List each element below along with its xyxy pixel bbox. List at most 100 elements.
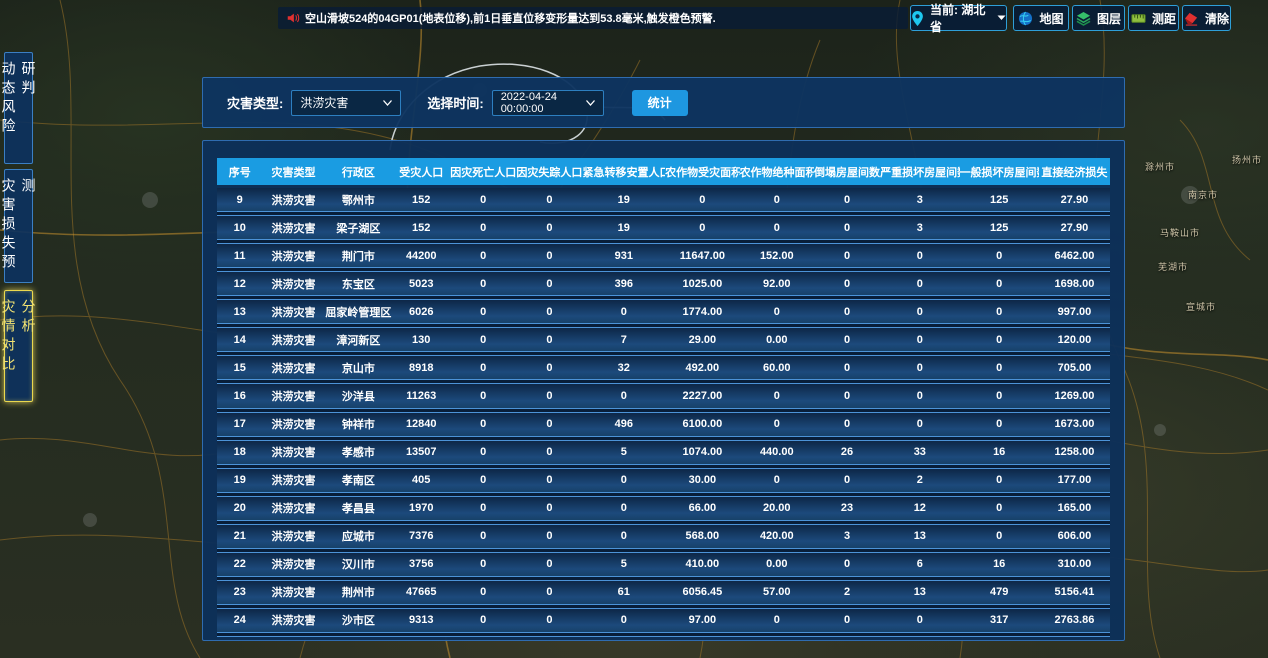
filter-panel: 灾害类型: 洪涝灾害 选择时间: 2022-04-24 00:00:00 统计 <box>202 77 1125 128</box>
measure-button-label: 测距 <box>1152 10 1176 27</box>
table-cell: 5156.41 <box>1039 586 1110 598</box>
table-cell: 0 <box>740 194 814 206</box>
sidebar-item-dynamic-risk[interactable]: 动态风险研判 <box>4 52 33 164</box>
table-row[interactable]: 23洪涝灾害荆州市4766500616056.4557.002134795156… <box>217 581 1110 604</box>
table-cell: 13 <box>880 586 959 598</box>
disaster-type-label: 灾害类型: <box>227 93 283 112</box>
table-cell: 3 <box>880 222 959 234</box>
table-cell: 165.00 <box>1039 502 1110 514</box>
table-cell: 0 <box>582 306 665 318</box>
table-cell: 47665 <box>392 586 450 598</box>
table-cell: 0 <box>960 334 1039 346</box>
table-cell: 1774.00 <box>665 306 739 318</box>
table-cell: 18 <box>217 446 262 458</box>
map-label: 马鞍山市 <box>1160 226 1200 239</box>
sidebar-item-disaster-comparison[interactable]: 灾情对比分析 <box>4 290 33 402</box>
table-cell: 9313 <box>392 614 450 626</box>
table-cell: 洪涝灾害 <box>262 192 324 208</box>
column-header: 行政区 <box>325 164 393 180</box>
table-cell: 931 <box>582 250 665 262</box>
chevron-down-icon <box>997 15 1006 21</box>
table-cell: 2763.86 <box>1039 614 1110 626</box>
table-cell: 27.90 <box>1039 222 1110 234</box>
table-cell: 0 <box>450 474 516 486</box>
table-row[interactable]: 11洪涝灾害荆门市442000093111647.00152.000006462… <box>217 244 1110 267</box>
table-cell: 11263 <box>392 390 450 402</box>
layers-button[interactable]: 图层 <box>1072 5 1125 31</box>
statistics-button[interactable]: 统计 <box>632 90 688 116</box>
region-select[interactable]: 当前: 湖北省 <box>910 5 1007 31</box>
measure-button[interactable]: 测距 <box>1128 5 1179 31</box>
table-cell: 0 <box>516 418 582 430</box>
table-cell: 0 <box>516 614 582 626</box>
table-cell: 0 <box>740 222 814 234</box>
table-cell: 漳河新区 <box>325 332 393 348</box>
table-row[interactable]: 19洪涝灾害孝南区40500030.000020177.00 <box>217 469 1110 492</box>
column-header: 一般损坏房屋间数 <box>960 164 1039 180</box>
table-cell: 6462.00 <box>1039 250 1110 262</box>
disaster-type-select[interactable]: 洪涝灾害 <box>291 90 401 116</box>
table-cell: 0 <box>880 278 959 290</box>
sidebar-item-loss-forecast[interactable]: 灾害损失预测 <box>4 169 33 283</box>
table-cell: 0 <box>582 474 665 486</box>
table-cell: 8918 <box>392 362 450 374</box>
table-cell: 0 <box>814 390 880 402</box>
table-cell: 0 <box>450 586 516 598</box>
table-cell: 1074.00 <box>665 446 739 458</box>
table-cell: 310.00 <box>1039 558 1110 570</box>
table-cell: 京山市 <box>325 360 393 376</box>
table-cell: 0 <box>582 390 665 402</box>
map-button[interactable]: 地图 <box>1013 5 1069 31</box>
table-cell: 荆门市 <box>325 248 393 264</box>
table-cell: 洪涝灾害 <box>262 416 324 432</box>
table-row[interactable]: 10洪涝灾害梁子湖区1520019000312527.90 <box>217 216 1110 239</box>
table-row[interactable]: 12洪涝灾害东宝区5023003961025.0092.000001698.00 <box>217 272 1110 295</box>
table-cell: 20.00 <box>740 502 814 514</box>
time-select-value: 2022-04-24 00:00:00 <box>501 91 586 115</box>
table-cell: 0 <box>880 418 959 430</box>
table-cell: 705.00 <box>1039 362 1110 374</box>
table-cell: 1269.00 <box>1039 390 1110 402</box>
table-cell: 997.00 <box>1039 306 1110 318</box>
table-cell: 0 <box>814 306 880 318</box>
table-row[interactable]: 22洪涝灾害汉川市3756005410.000.000616310.00 <box>217 553 1110 576</box>
eraser-icon <box>1184 11 1199 26</box>
table-cell: 0 <box>516 446 582 458</box>
layers-button-label: 图层 <box>1097 10 1121 27</box>
table-row[interactable]: 9洪涝灾害鄂州市1520019000312527.90 <box>217 188 1110 211</box>
table-row[interactable]: 14洪涝灾害漳河新区13000729.000.00000120.00 <box>217 328 1110 351</box>
table-row[interactable]: 18洪涝灾害孝感市135070051074.00440.002633161258… <box>217 441 1110 464</box>
table-cell: 92.00 <box>740 278 814 290</box>
ruler-icon <box>1131 11 1146 26</box>
table-cell: 0 <box>814 334 880 346</box>
table-cell: 606.00 <box>1039 530 1110 542</box>
table-row[interactable]: 16洪涝灾害沙洋县112630002227.0000001269.00 <box>217 384 1110 407</box>
table-row[interactable]: 20洪涝灾害孝昌县197000066.0020.0023120165.00 <box>217 497 1110 520</box>
table-cell: 0 <box>582 614 665 626</box>
table-cell: 洪涝灾害 <box>262 556 324 572</box>
disaster-table-panel: 序号灾害类型行政区受灾人口因灾死亡人口因灾失踪人口紧急转移安置人口农作物受灾面积… <box>202 140 1125 641</box>
table-cell: 0 <box>880 306 959 318</box>
table-cell: 0 <box>740 390 814 402</box>
table-cell: 44200 <box>392 250 450 262</box>
time-select[interactable]: 2022-04-24 00:00:00 <box>492 90 604 116</box>
table-row[interactable]: 21洪涝灾害应城市7376000568.00420.003130606.00 <box>217 525 1110 548</box>
table-cell: 0 <box>740 474 814 486</box>
table-cell: 0 <box>450 418 516 430</box>
clear-button[interactable]: 清除 <box>1182 5 1231 31</box>
table-row[interactable]: 17洪涝灾害钟祥市12840004966100.0000001673.00 <box>217 413 1110 436</box>
table-cell: 152.00 <box>740 250 814 262</box>
table-cell: 0 <box>814 474 880 486</box>
table-row[interactable]: 24洪涝灾害沙市区931300097.000003172763.86 <box>217 609 1110 632</box>
table-cell: 1025.00 <box>665 278 739 290</box>
table-cell: 0 <box>960 502 1039 514</box>
table-cell: 洪涝灾害 <box>262 528 324 544</box>
table-cell: 洪涝灾害 <box>262 332 324 348</box>
table-row[interactable]: 13洪涝灾害屈家岭管理区60260001774.000000997.00 <box>217 300 1110 323</box>
table-row[interactable]: 15洪涝灾害京山市89180032492.0060.00000705.00 <box>217 356 1110 379</box>
table-cell: 317 <box>960 614 1039 626</box>
table-cell: 孝感市 <box>325 444 393 460</box>
table-cell: 32 <box>582 362 665 374</box>
table-cell: 0 <box>960 250 1039 262</box>
table-cell: 0 <box>516 194 582 206</box>
